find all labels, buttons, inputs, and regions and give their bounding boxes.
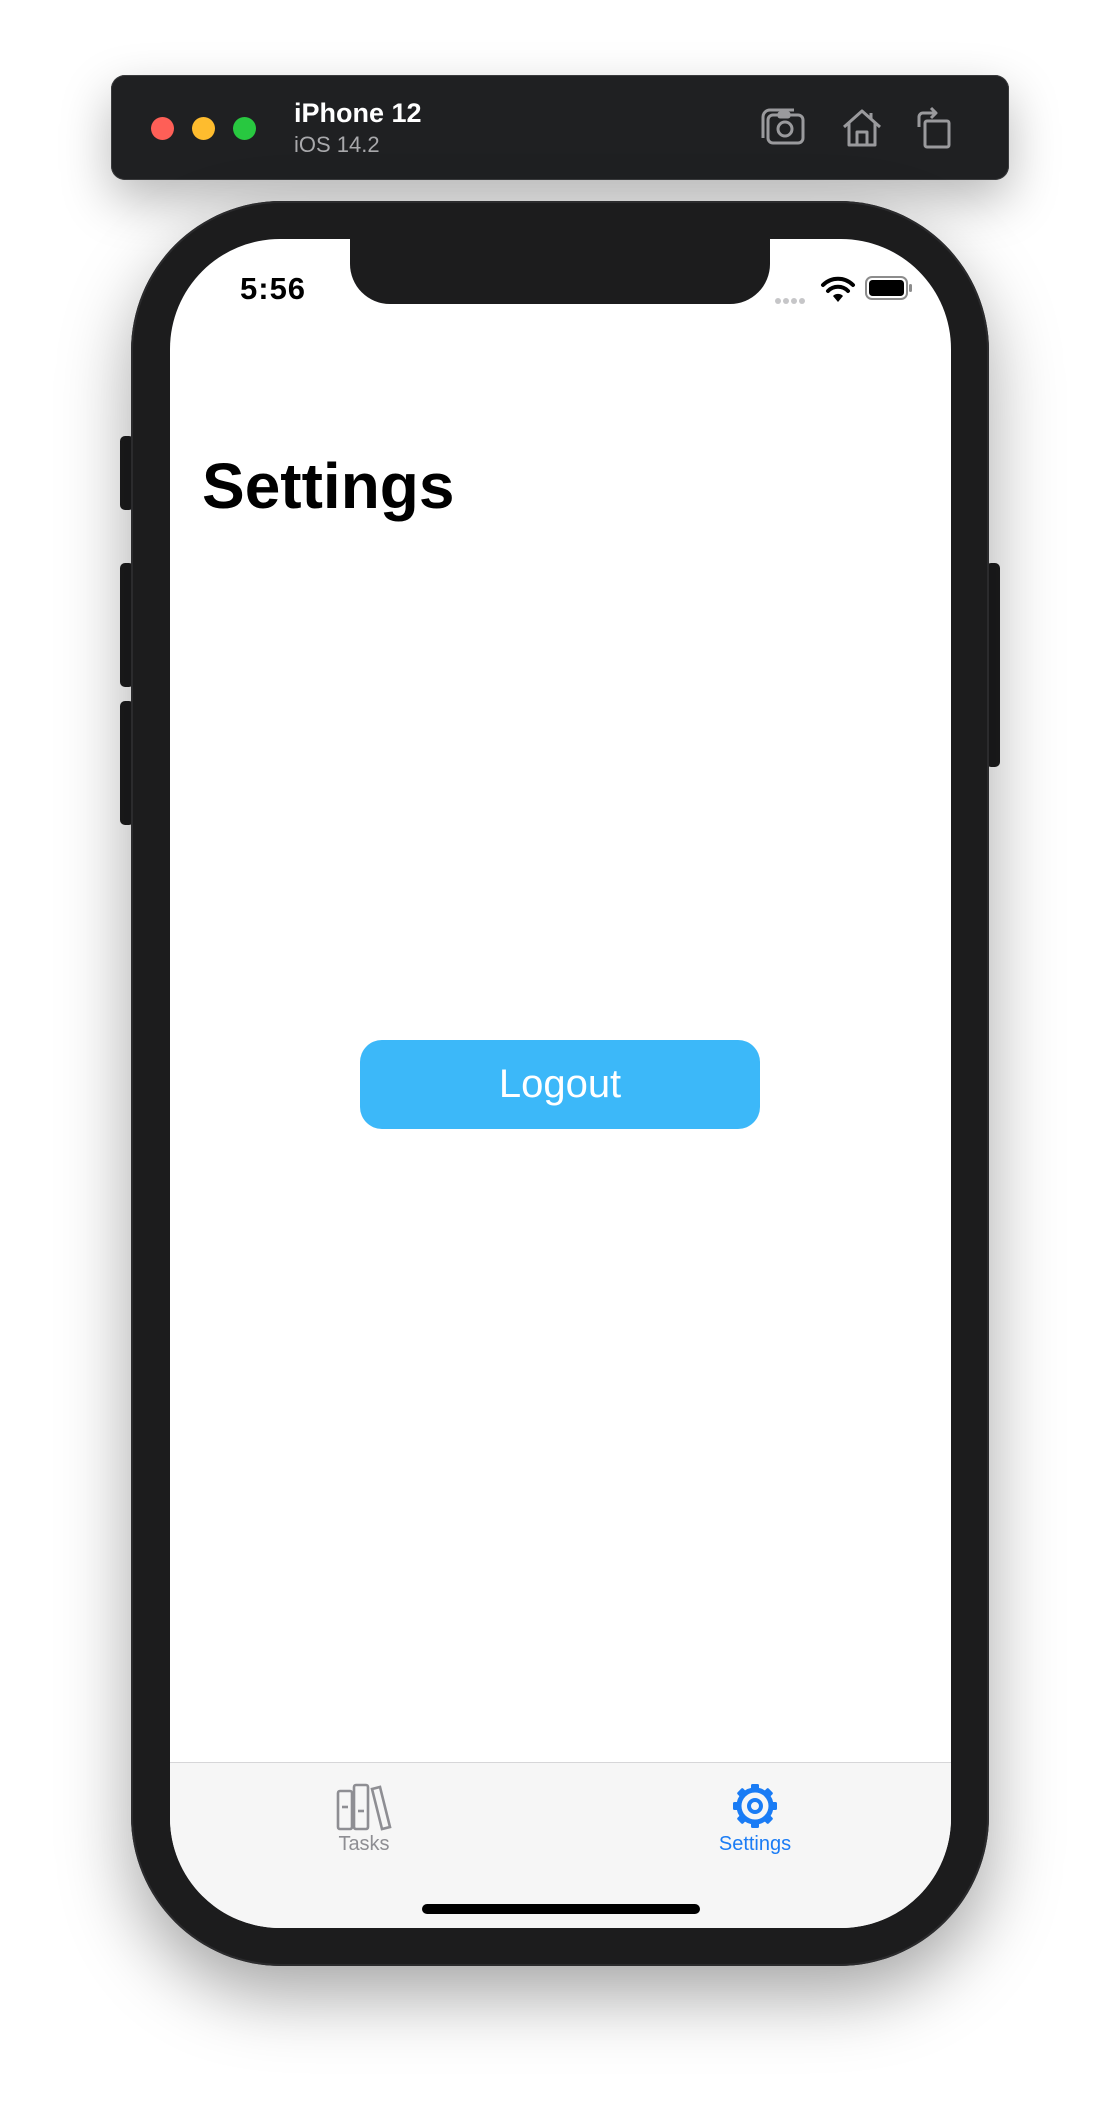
signal-icon	[775, 291, 809, 304]
home-indicator[interactable]	[422, 1904, 700, 1914]
home-icon[interactable]	[838, 105, 886, 151]
page-title: Settings	[202, 450, 455, 522]
os-version: iOS 14.2	[294, 132, 380, 157]
tab-settings-label: Settings	[718, 1833, 792, 1855]
screenshot-icon[interactable]	[759, 105, 807, 151]
books-icon	[334, 1781, 394, 1831]
battery-icon	[865, 276, 913, 300]
wifi-icon	[820, 275, 856, 303]
simulator-toolbar: iPhone 12 iOS 14.2	[111, 75, 1009, 180]
tab-tasks-label: Tasks	[338, 1833, 390, 1855]
rotate-icon[interactable]	[911, 105, 959, 151]
gear-icon	[725, 1781, 785, 1831]
close-window-button[interactable]	[151, 117, 174, 140]
minimize-window-button[interactable]	[192, 117, 215, 140]
status-time: 5:56	[240, 271, 307, 306]
tab-settings[interactable]: Settings	[695, 1763, 815, 1883]
phone-screen: 5:56 Settings Logout Tasks Settings	[170, 239, 951, 1928]
notch	[350, 239, 770, 304]
device-name: iPhone 12	[294, 98, 422, 128]
tab-tasks[interactable]: Tasks	[304, 1763, 424, 1883]
logout-button[interactable]: Logout	[360, 1040, 760, 1129]
zoom-window-button[interactable]	[233, 117, 256, 140]
